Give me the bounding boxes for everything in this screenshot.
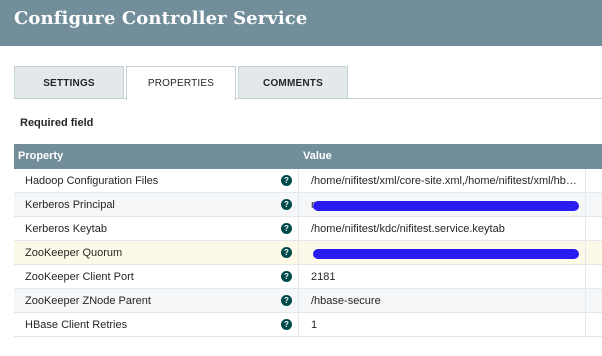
table-row[interactable]: ZooKeeper ZNode Parent ? /hbase-secure	[14, 289, 602, 313]
tab-bar: SETTINGS PROPERTIES COMMENTS	[14, 66, 602, 100]
table-header: Property Value	[14, 144, 602, 169]
properties-table: Property Value Hadoop Configuration File…	[14, 144, 602, 337]
dialog-header: Configure Controller Service	[0, 0, 602, 46]
table-row[interactable]: ZooKeeper Client Port ? 2181	[14, 265, 602, 289]
help-icon[interactable]: ?	[281, 199, 292, 210]
property-name: ZooKeeper Quorum	[25, 247, 123, 259]
property-value: 1	[311, 319, 318, 331]
property-value: /home/nifitest/xml/core-site.xml,/home/n…	[311, 175, 581, 187]
redaction-mark	[313, 201, 579, 211]
help-icon[interactable]: ?	[281, 271, 292, 282]
property-name: ZooKeeper Client Port	[25, 271, 134, 283]
help-icon[interactable]: ?	[281, 175, 292, 186]
column-header-value: Value	[303, 150, 332, 162]
table-row[interactable]: Hadoop Configuration Files ? /home/nifit…	[14, 169, 602, 193]
tab-comments[interactable]: COMMENTS	[238, 66, 348, 99]
property-name: ZooKeeper ZNode Parent	[25, 295, 151, 307]
dialog-title: Configure Controller Service	[14, 8, 308, 29]
table-row[interactable]: Kerberos Principal ? n	[14, 193, 602, 217]
property-value-cell[interactable]: 2181	[298, 265, 586, 289]
table-row[interactable]: ZooKeeper Quorum ?	[14, 241, 602, 265]
property-value-cell[interactable]	[298, 241, 586, 265]
property-name: Hadoop Configuration Files	[25, 175, 159, 187]
property-value-cell[interactable]: n	[298, 193, 586, 217]
property-name: HBase Client Retries	[25, 319, 128, 331]
property-value: /hbase-secure	[311, 295, 381, 307]
help-icon[interactable]: ?	[281, 247, 292, 258]
tab-properties[interactable]: PROPERTIES	[126, 66, 236, 100]
redaction-mark	[313, 249, 579, 259]
property-value: /home/nifitest/kdc/nifitest.service.keyt…	[311, 223, 505, 235]
tab-divider	[14, 98, 602, 99]
help-icon[interactable]: ?	[281, 223, 292, 234]
tab-settings[interactable]: SETTINGS	[14, 66, 124, 99]
property-value: 2181	[311, 271, 336, 283]
property-value-cell[interactable]: 1	[298, 313, 586, 337]
column-header-property: Property	[18, 150, 64, 162]
property-value-cell[interactable]: /home/nifitest/kdc/nifitest.service.keyt…	[298, 217, 586, 241]
required-field-label: Required field	[20, 117, 94, 129]
help-icon[interactable]: ?	[281, 295, 292, 306]
property-value-cell[interactable]: /home/nifitest/xml/core-site.xml,/home/n…	[298, 169, 586, 193]
property-value-cell[interactable]: /hbase-secure	[298, 289, 586, 313]
table-row[interactable]: Kerberos Keytab ? /home/nifitest/kdc/nif…	[14, 217, 602, 241]
table-row[interactable]: HBase Client Retries ? 1	[14, 313, 602, 337]
help-icon[interactable]: ?	[281, 319, 292, 330]
property-name: Kerberos Keytab	[25, 223, 107, 235]
property-name: Kerberos Principal	[25, 199, 115, 211]
